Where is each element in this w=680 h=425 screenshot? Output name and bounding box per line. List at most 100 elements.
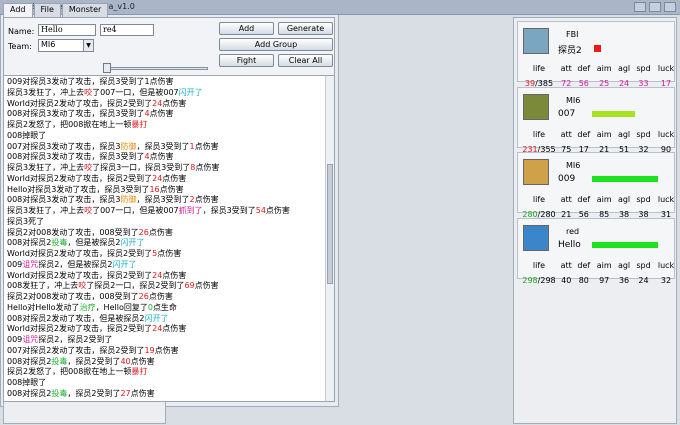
- log-segment: 24: [152, 173, 163, 183]
- clear-all-button[interactable]: Clear All: [278, 54, 333, 67]
- log-segment: 点伤害: [162, 270, 187, 280]
- tab-monster[interactable]: Monster: [61, 3, 109, 17]
- right-fighter-card[interactable]: FBI 探员2 life att def aim agl spd luck 39/385 72 56 2…: [517, 21, 675, 88]
- log-segment: 24: [152, 98, 163, 108]
- log-segment: ，Hello回复了: [95, 302, 148, 312]
- stat-header: agl: [617, 261, 631, 270]
- stat-value: 32: [660, 275, 672, 285]
- log-segment: 008对探员3发动了攻击，探员3受到了: [7, 109, 145, 119]
- chevron-down-icon[interactable]: ▼: [83, 40, 93, 51]
- log-segment: 19: [144, 345, 155, 355]
- log-segment: World对探员2发动了攻击，探员2受到了: [7, 249, 153, 258]
- right-team-panel: FBI 探员2 life att def aim agl spd luck 39/385 72 56 2…: [513, 17, 677, 424]
- stat-header: luck: [657, 195, 675, 204]
- log-segment: 008掉眼了: [7, 378, 47, 387]
- log-segment: 54: [255, 206, 266, 215]
- log-segment: 008发狂了，冲上去: [7, 281, 79, 291]
- right-fighter-card[interactable]: MI6 009 life att def aim agl spd luck 280/280 21 56…: [517, 152, 675, 219]
- log-segment: 008对探员3发动了攻击，探员3受到了: [7, 152, 145, 162]
- stat-header: aim: [596, 64, 612, 73]
- team-select-value: MI6: [41, 40, 56, 49]
- team-select[interactable]: MI6 ▼: [38, 39, 94, 52]
- log-segment: 探员3发狂了，冲上去: [7, 206, 85, 215]
- log-segment: 点伤害: [265, 206, 290, 215]
- health-bar: [592, 242, 658, 248]
- log-segment: 16: [149, 184, 160, 194]
- battle-log[interactable]: 009对探员3发动了攻击，探员3受到了1点伤害 探员3发狂了，冲上去咬了007一口…: [3, 75, 335, 402]
- generate-button[interactable]: Generate: [278, 22, 333, 35]
- log-segment: 007对探员3发动了攻击，探员3: [7, 141, 121, 151]
- log-line: 009对探员3发动了攻击，探员3受到了1点伤害: [7, 77, 325, 88]
- fight-button[interactable]: Fight: [219, 54, 274, 67]
- stats-header-row: life attdefaimaglspdluck: [520, 259, 678, 272]
- log-segment: 探员2对008发动了攻击，008受到了: [7, 227, 139, 237]
- close-icon[interactable]: [664, 2, 676, 12]
- right-fighter-card[interactable]: red Hello life att def aim agl spd luck 298/298 40…: [517, 218, 678, 285]
- log-segment: ，但是被探员2: [67, 238, 121, 248]
- avatar: [523, 225, 549, 251]
- log-segment: 008对探员3发动了攻击，探员3: [7, 195, 121, 205]
- log-segment: 暴打: [131, 120, 148, 129]
- stat-header: def: [577, 195, 591, 204]
- avatar: [523, 28, 549, 54]
- log-segment: 探员2发怒了，把008掀在地上一顿: [7, 120, 132, 129]
- log-segment: 防御: [120, 141, 137, 151]
- log-segment: 探员2发怒了，把008掀在地上一顿: [7, 367, 132, 377]
- log-line: 009诅咒探员2，但是被探员2闪开了: [7, 260, 325, 271]
- tab-file[interactable]: File: [33, 3, 61, 17]
- name-input-2[interactable]: re4: [100, 24, 154, 36]
- log-line: 007对探员3发动了攻击，探员3防御，探员3受到了1点伤害: [7, 142, 325, 153]
- log-segment: 点伤害: [154, 345, 179, 355]
- log-line: 探员3发狂了，冲上去咬了007一口，但是被007闪开了: [7, 88, 325, 99]
- log-segment: ，探员3受到了: [202, 206, 256, 215]
- log-line: 008发狂了，冲上去咬了探员2一口，探员2受到了69点伤害: [7, 281, 325, 292]
- tab-add[interactable]: Add: [3, 3, 33, 17]
- log-line: World对探员2发动了攻击，探员2受到了5点伤害: [7, 249, 325, 260]
- log-line: World对探员2发动了攻击，探员2受到了24点伤害: [7, 99, 325, 110]
- log-line: 007对探员2发动了攻击，探员2受到了19点伤害: [7, 346, 325, 357]
- fighter-team: MI6: [566, 96, 581, 105]
- stat-header: def: [577, 64, 591, 73]
- stat-header: att: [560, 130, 572, 139]
- stat-header: def: [577, 130, 591, 139]
- log-segment: 008对探员2发动了攻击，但是被探员2: [7, 313, 145, 323]
- stat-header: luck: [657, 64, 675, 73]
- log-segment: 咬: [84, 87, 93, 97]
- stat-header: att: [560, 64, 572, 73]
- log-segment: 了007一口，但是被007: [92, 87, 179, 97]
- log-segment: 点伤害: [194, 281, 219, 291]
- stat-value: 80: [578, 275, 589, 285]
- stat-header: agl: [617, 195, 631, 204]
- health-bar: [592, 176, 658, 182]
- add-group-button[interactable]: Add Group: [219, 38, 333, 51]
- log-segment: 治疗: [79, 302, 96, 312]
- scrollbar-thumb[interactable]: [327, 164, 333, 284]
- status-flag: [594, 45, 601, 52]
- log-scrollbar[interactable]: [325, 76, 334, 401]
- stat-value: 36: [618, 275, 630, 285]
- add-button[interactable]: Add: [219, 22, 274, 35]
- maximize-icon[interactable]: [649, 2, 661, 12]
- right-fighter-card[interactable]: MI6 007 life att def aim agl spd luck 231/355 75 17…: [517, 87, 675, 154]
- log-segment: 了探员3一口，探员3受到了: [92, 163, 191, 172]
- log-segment: 009: [7, 259, 23, 269]
- log-segment: 点生命: [152, 302, 177, 312]
- log-segment: 点伤害: [162, 173, 187, 183]
- stat-header: att: [560, 261, 572, 270]
- log-segment: 了007一口，但是被007: [92, 206, 179, 215]
- name-input[interactable]: Hello: [38, 24, 96, 36]
- stat-value: 97: [599, 275, 610, 285]
- log-segment: 点伤害: [162, 324, 187, 334]
- log-segment: 点伤害: [195, 163, 220, 172]
- log-segment: 008对探员2: [7, 238, 52, 248]
- log-line: World对探员2发动了攻击，探员2受到了24点伤害: [7, 271, 325, 282]
- stat-header: spd: [636, 64, 651, 73]
- log-segment: ，探员3受到了: [136, 141, 190, 151]
- stat-header: life: [532, 64, 546, 73]
- log-segment: 诅咒: [22, 259, 39, 269]
- slider-knob[interactable]: [103, 63, 111, 73]
- stat-header: luck: [657, 261, 675, 270]
- log-segment: 点伤害: [159, 184, 184, 194]
- minimize-icon[interactable]: [634, 2, 646, 12]
- log-segment: 探员2，但是被探员2: [38, 259, 113, 269]
